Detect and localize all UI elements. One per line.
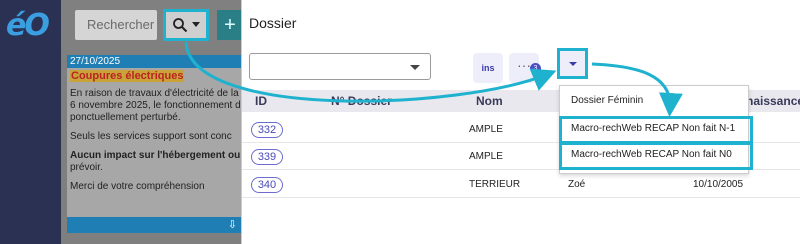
news-scrollbar[interactable]: ⇩ bbox=[67, 217, 243, 233]
left-rail: éO bbox=[0, 0, 61, 244]
count-badge: 3 bbox=[530, 63, 541, 74]
cell-prenom: Zoé bbox=[568, 179, 586, 190]
news-date: 27/10/2025 bbox=[67, 55, 243, 68]
dossier-id-badge[interactable]: 332 bbox=[251, 122, 283, 138]
modal-title: Dossier bbox=[249, 15, 297, 31]
col-id[interactable]: ID bbox=[255, 94, 267, 108]
cell-date-naissance: 10/10/2005 bbox=[693, 179, 744, 190]
news-line: prévoir. bbox=[70, 162, 103, 173]
caret-down-icon bbox=[192, 22, 200, 27]
cell-nom: AMPLE bbox=[469, 151, 503, 162]
more-button[interactable]: ··· 3 bbox=[509, 53, 541, 83]
app-logo[interactable]: éO bbox=[6, 8, 50, 43]
table-row[interactable]: 340 TERRIEUR Zoé 10/10/2005 bbox=[242, 171, 800, 198]
add-button[interactable]: + bbox=[217, 10, 243, 40]
cell-nom: AMPLE bbox=[469, 124, 503, 135]
dropdown-toggle-button[interactable] bbox=[557, 48, 588, 79]
ins-button[interactable]: ins bbox=[473, 53, 503, 83]
search-icon bbox=[173, 18, 188, 33]
col-numero-dossier[interactable]: N° Dossier bbox=[331, 94, 392, 108]
news-line: Aucun impact sur l'hébergement ou bbox=[70, 150, 241, 161]
news-line: En raison de travaux d'électricité de la bbox=[70, 88, 239, 99]
dossier-id-badge[interactable]: 340 bbox=[251, 177, 283, 193]
col-nom[interactable]: Nom bbox=[476, 94, 503, 108]
news-line: ponctuellement perturbé. bbox=[70, 112, 181, 123]
dossier-id-badge[interactable]: 339 bbox=[251, 149, 283, 165]
chevron-down-icon bbox=[410, 65, 420, 70]
news-title: Coupures électriques bbox=[70, 70, 185, 82]
dossier-select[interactable] bbox=[249, 53, 431, 80]
col-naissance[interactable]: naissance bbox=[746, 94, 800, 108]
news-panel: 27/10/2025 Coupures électriques En raiso… bbox=[67, 55, 243, 231]
search-input[interactable]: Rechercher bbox=[75, 10, 157, 40]
menu-item-dossier-feminin[interactable]: Dossier Féminin bbox=[571, 95, 643, 106]
news-line: 6 novembre 2025, le fonctionnement d bbox=[70, 100, 241, 111]
search-button[interactable] bbox=[163, 9, 209, 41]
more-icon: ··· bbox=[517, 57, 531, 73]
news-line: Seuls les services support sont conc bbox=[70, 131, 232, 142]
caret-down-icon bbox=[569, 62, 577, 66]
highlight-box bbox=[559, 116, 753, 144]
scroll-down-icon[interactable]: ⇩ bbox=[228, 218, 237, 231]
news-line: Merci de votre compréhension bbox=[70, 181, 205, 192]
cell-nom: TERRIEUR bbox=[469, 179, 521, 190]
highlight-box bbox=[559, 142, 753, 170]
